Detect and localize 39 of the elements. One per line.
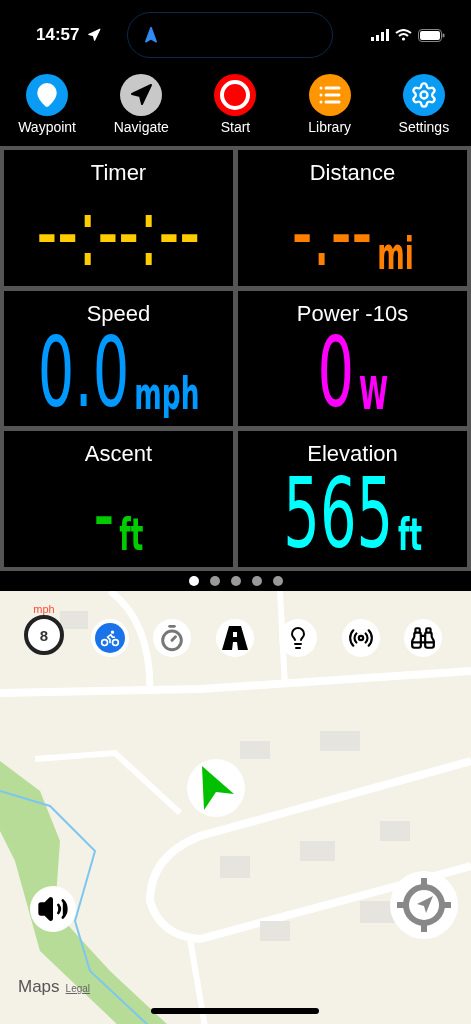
record-icon <box>214 74 257 116</box>
maps-attribution: Maps <box>18 977 60 997</box>
metric-value: 565 <box>283 470 393 557</box>
wifi-icon <box>395 29 412 41</box>
toolbar-button[interactable]: Start <box>190 74 281 140</box>
metric-unit: mi <box>376 231 414 276</box>
page-dot[interactable] <box>230 576 241 586</box>
metric-unit: ft <box>397 513 422 557</box>
toolbar-button[interactable]: Library <box>284 74 375 140</box>
metric-title: Distance <box>309 160 396 186</box>
metric-title: Speed <box>86 300 151 327</box>
metric-title: Elevation <box>307 441 398 468</box>
clock-time: 14:57 <box>36 25 80 45</box>
page-dot[interactable] <box>188 576 199 586</box>
metric-value: 0 <box>317 329 354 417</box>
gear-icon <box>402 74 445 116</box>
metric-value: -.-- <box>291 189 373 276</box>
metric-title: Ascent <box>84 441 153 468</box>
metric-unit: ft <box>119 513 144 557</box>
metric-title: Timer <box>90 160 147 186</box>
battery-icon <box>418 28 445 42</box>
legal-link[interactable]: Legal <box>65 983 91 994</box>
page-dot[interactable] <box>251 576 262 586</box>
list-icon <box>308 74 351 116</box>
metric-unit: mph <box>134 372 200 417</box>
metric-value: --:--:-- <box>36 189 201 276</box>
toolbar-button[interactable]: Navigate <box>96 74 187 140</box>
metric-value: 0.0 <box>37 329 130 417</box>
metric-value: - <box>93 470 115 557</box>
toolbar-button[interactable]: Waypoint <box>2 74 93 140</box>
signal-icon <box>371 29 389 41</box>
metric-title: Power -10s <box>296 300 409 327</box>
toolbar-button[interactable]: Settings <box>378 74 469 140</box>
map-pin-icon <box>26 74 69 116</box>
speed-limit-unit: mph <box>33 603 55 615</box>
page-dot[interactable] <box>209 576 220 586</box>
metric-unit: W <box>358 372 388 417</box>
page-dot[interactable] <box>272 576 283 586</box>
location-arrow-icon <box>87 28 102 42</box>
